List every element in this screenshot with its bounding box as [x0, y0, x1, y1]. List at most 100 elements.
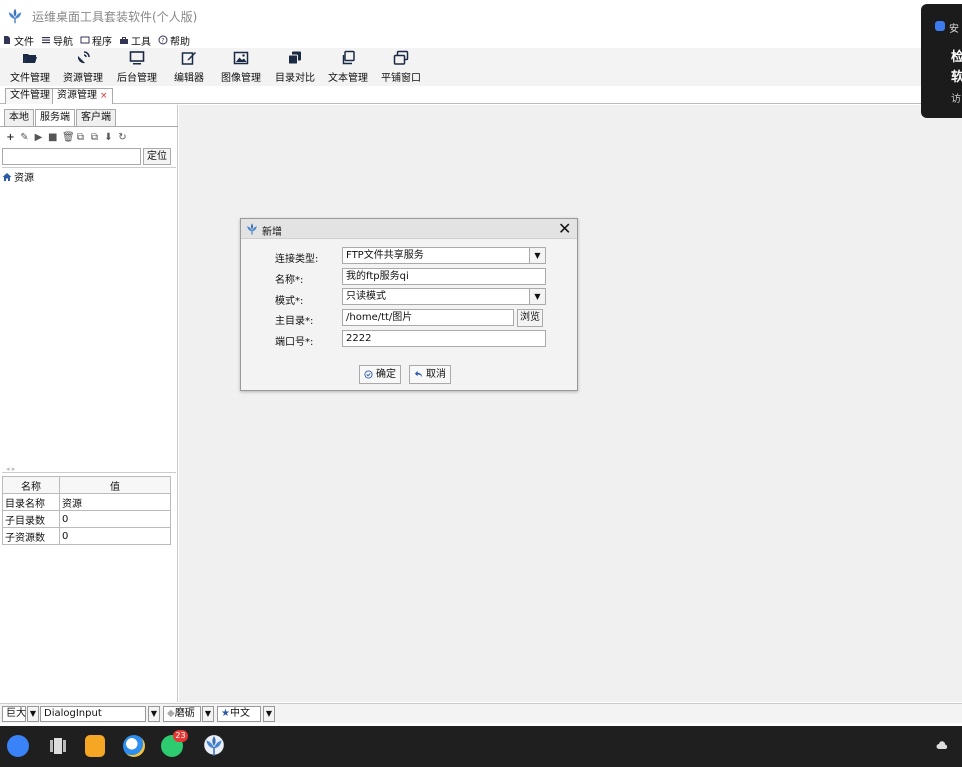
panel-splitter[interactable]: ◂ ▸	[2, 465, 176, 473]
notification-app-name: 安	[949, 24, 959, 35]
diamond-icon: ◆	[167, 708, 175, 719]
type-label: 连接类型:	[275, 254, 319, 265]
menu-bar: 文件 导航 程序 工具 ? 帮助	[0, 32, 962, 48]
security-app-icon	[935, 21, 945, 31]
help-icon: ?	[158, 35, 168, 45]
notification-title-line2: 软	[951, 70, 962, 85]
notification-badge: 23	[173, 730, 188, 742]
column-header-name[interactable]: 名称	[2, 476, 60, 494]
property-value: 0	[59, 510, 171, 528]
notification-body: 访	[951, 94, 961, 105]
delete-icon[interactable]: 🗑	[62, 132, 75, 142]
toolbar-text-manager-button[interactable]: 文本管理	[328, 50, 368, 84]
menu-help[interactable]: ? 帮助	[158, 33, 190, 48]
star-icon: ★	[221, 708, 230, 719]
language-select[interactable]: ★中文	[217, 706, 261, 722]
column-header-value[interactable]: 值	[59, 476, 171, 494]
clone-icon	[342, 50, 355, 65]
toolbar-image-manager-button[interactable]: 图像管理	[221, 50, 261, 84]
table-row[interactable]: 子资源数 0	[2, 527, 171, 545]
edit-icon	[181, 52, 196, 65]
tulip-logo-icon[interactable]	[203, 734, 225, 758]
paste-icon[interactable]: ⧉	[90, 132, 99, 142]
close-icon[interactable]: ✕	[558, 220, 571, 238]
property-name: 子资源数	[2, 527, 60, 545]
dialog-title: 新增	[262, 227, 282, 238]
size-select[interactable]: 巨大	[2, 706, 26, 722]
toolbox-icon	[120, 37, 128, 44]
file-icon	[4, 36, 10, 44]
chevron-down-icon[interactable]: ▼	[27, 706, 39, 722]
table-row[interactable]: 目录名称 资源	[2, 493, 171, 511]
stop-icon[interactable]: ■	[48, 132, 57, 142]
edit-icon[interactable]: ✎	[20, 132, 29, 142]
resource-tree[interactable]	[2, 167, 176, 465]
port-label: 端口号*:	[275, 337, 314, 348]
tab-close-icon[interactable]: ×	[100, 91, 108, 101]
subtab-client[interactable]: 客户端	[76, 109, 116, 126]
toolbar-file-manager-button[interactable]: 文件管理	[10, 50, 50, 84]
subtab-local[interactable]: 本地	[4, 109, 34, 126]
home-dir-field[interactable]: /home/tt/图片	[342, 309, 514, 326]
monitor-icon	[129, 51, 145, 65]
check-circle-icon	[364, 370, 373, 379]
property-name: 目录名称	[2, 493, 60, 511]
play-icon[interactable]: ▶	[34, 132, 43, 142]
chevron-down-icon[interactable]: ▼	[148, 706, 160, 722]
list-icon	[42, 37, 50, 44]
toolbar-tile-windows-button[interactable]: 平铺窗口	[381, 50, 421, 84]
theme-select[interactable]: ◆磨砺	[163, 706, 201, 722]
svg-text:?: ?	[161, 38, 164, 45]
chevron-down-icon: ▼	[529, 289, 545, 304]
name-field[interactable]: 我的ftp服务qi	[342, 268, 546, 285]
add-icon[interactable]: +	[6, 132, 15, 142]
chevron-down-icon[interactable]: ▼	[263, 706, 275, 722]
multitask-icon[interactable]	[50, 738, 66, 754]
ok-button[interactable]: 确定	[359, 365, 401, 384]
properties-table: 名称 值 目录名称 资源 子目录数 0 子资源数 0	[2, 476, 171, 545]
cancel-button[interactable]: 取消	[409, 365, 451, 384]
menu-program[interactable]: 程序	[80, 33, 112, 48]
table-row[interactable]: 子目录数 0	[2, 510, 171, 528]
launcher-icon[interactable]	[7, 735, 29, 757]
menu-file[interactable]: 文件	[2, 33, 34, 48]
font-select[interactable]: DialogInput	[40, 706, 146, 722]
toolbar-backend-manager-button[interactable]: 后台管理	[117, 50, 157, 84]
name-label: 名称*:	[275, 275, 304, 286]
tulip-logo-icon	[8, 8, 22, 24]
menu-navigation[interactable]: 导航	[41, 33, 73, 48]
tab-resource-manager[interactable]: 资源管理 ×	[52, 88, 113, 104]
browser-icon[interactable]	[123, 735, 145, 757]
tree-toolbar: + ✎ ▶ ■ 🗑 ⧉ ⧉ ⬇ ↻	[6, 130, 132, 144]
tab-file-manager[interactable]: 文件管理	[5, 88, 55, 104]
notification-popup[interactable]: 安 检 软 访	[921, 4, 962, 118]
undo-icon	[414, 370, 423, 378]
file-manager-app-icon[interactable]	[85, 735, 105, 757]
download-icon[interactable]: ⬇	[104, 132, 113, 142]
toolbar: 文件管理 资源管理 后台管理 编辑器 图像管理 目录对比 文本管理 平铺窗口	[0, 48, 962, 86]
copy-icon[interactable]: ⧉	[76, 132, 85, 142]
cloud-icon[interactable]	[936, 741, 948, 751]
tree-item-root[interactable]: 资源	[2, 169, 34, 184]
resource-search-input[interactable]	[2, 148, 141, 165]
tulip-logo-icon	[247, 223, 257, 235]
mode-label: 模式*:	[275, 296, 304, 307]
menu-tools[interactable]: 工具	[119, 33, 151, 48]
subtab-divider	[0, 126, 178, 127]
home-icon	[2, 172, 12, 181]
toolbar-resource-manager-button[interactable]: 资源管理	[63, 50, 103, 84]
port-field[interactable]: 2222	[342, 330, 546, 347]
toolbar-dir-compare-button[interactable]: 目录对比	[275, 50, 315, 84]
refresh-icon[interactable]: ↻	[118, 132, 127, 142]
dialog-title-bar[interactable]: 新增 ✕	[241, 219, 577, 239]
program-icon	[80, 36, 90, 44]
mode-select[interactable]: 只读模式 ▼	[342, 288, 546, 305]
toolbar-editor-button[interactable]: 编辑器	[174, 50, 204, 84]
title-bar: 运维桌面工具套装软件(个人版)	[0, 0, 962, 32]
subtab-server[interactable]: 服务端	[35, 109, 75, 126]
locate-button[interactable]: 定位	[143, 148, 171, 165]
connection-type-select[interactable]: FTP文件共享服务 ▼	[342, 247, 546, 264]
window-icon	[393, 50, 409, 65]
browse-button[interactable]: 浏览	[517, 309, 543, 327]
chevron-down-icon[interactable]: ▼	[202, 706, 214, 722]
